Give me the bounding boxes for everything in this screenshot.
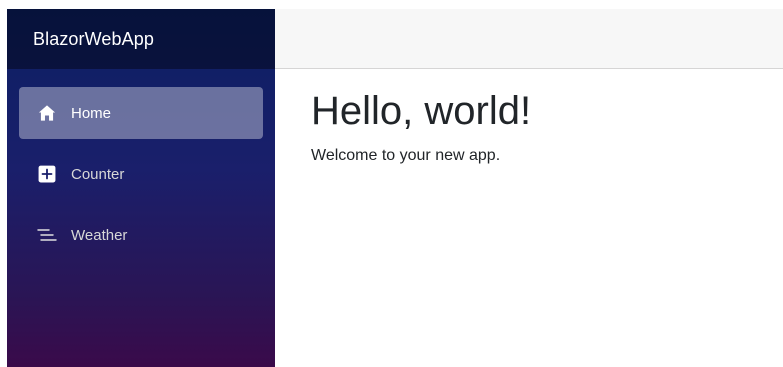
sidebar-item-counter[interactable]: Counter — [19, 148, 263, 200]
plus-square-icon — [37, 164, 57, 184]
page-content: Hello, world! Welcome to your new app. — [275, 69, 783, 183]
app-window: BlazorWebApp Home Counter Weather Hello,… — [7, 9, 783, 367]
list-lines-icon — [37, 225, 57, 245]
sidebar-item-home[interactable]: Home — [19, 87, 263, 139]
brand-link[interactable]: BlazorWebApp — [33, 29, 154, 50]
main-area: Hello, world! Welcome to your new app. — [275, 9, 783, 367]
sidebar-nav: Home Counter Weather — [7, 69, 275, 270]
brand-bar: BlazorWebApp — [7, 9, 275, 69]
sidebar-item-label: Home — [71, 104, 112, 122]
house-icon — [37, 103, 57, 123]
sidebar: BlazorWebApp Home Counter Weather — [7, 9, 275, 367]
sidebar-item-weather[interactable]: Weather — [19, 209, 263, 261]
top-row — [275, 9, 783, 69]
page-title: Hello, world! — [311, 89, 532, 133]
sidebar-item-label: Weather — [71, 226, 128, 244]
sidebar-item-label: Counter — [71, 165, 125, 183]
welcome-text: Welcome to your new app. — [311, 147, 501, 164]
